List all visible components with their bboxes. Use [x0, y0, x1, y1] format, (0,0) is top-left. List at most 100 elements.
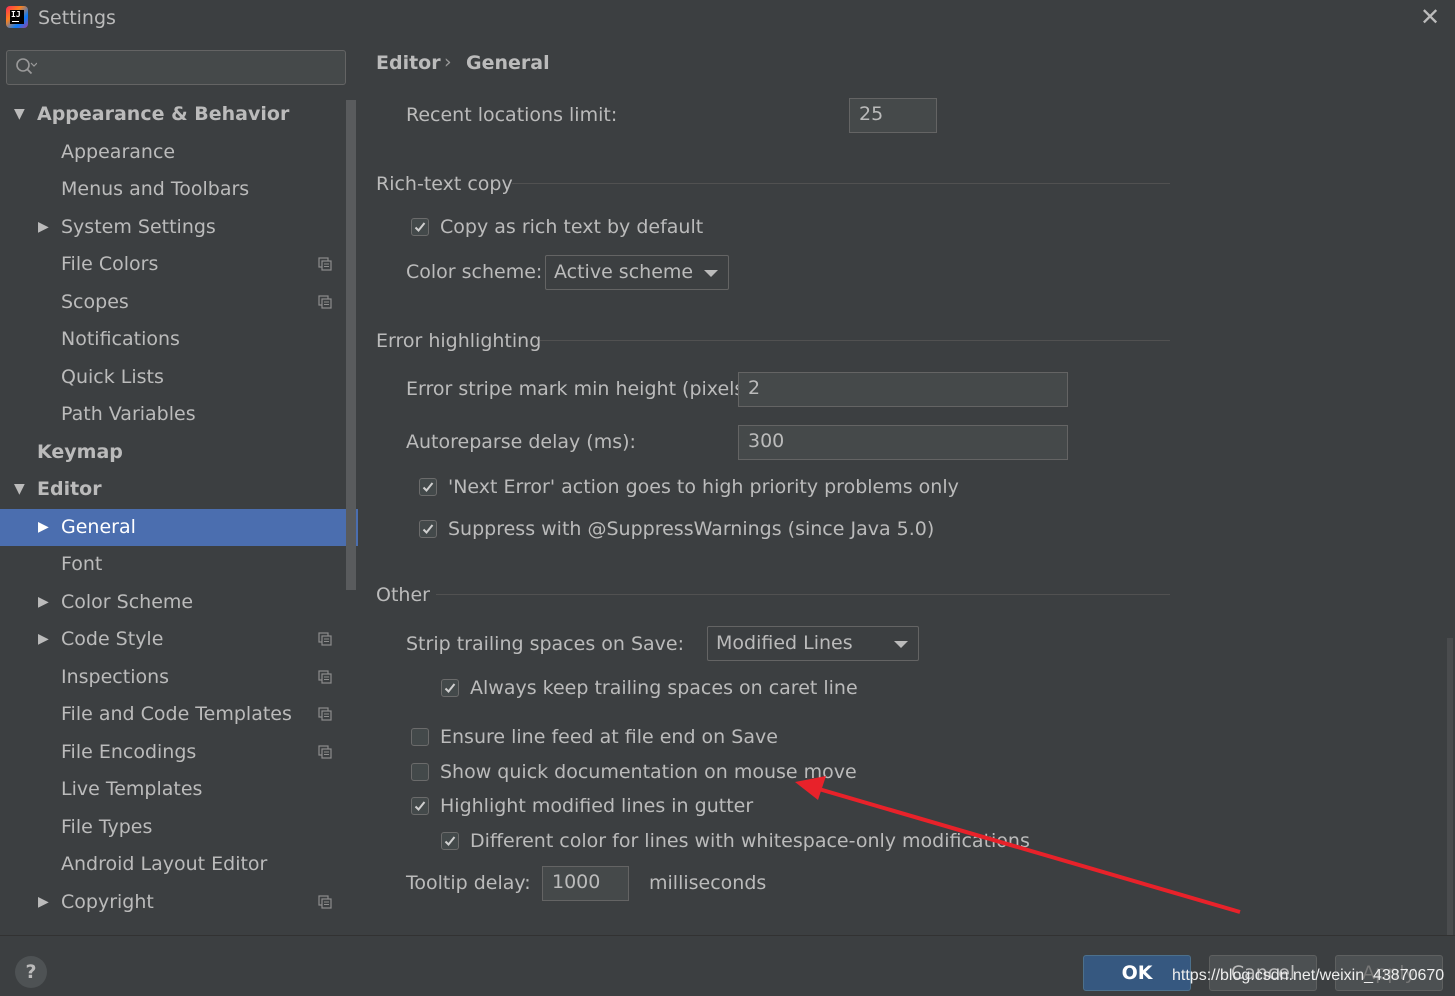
sidebar-item-menus-and-toolbars[interactable]: Menus and Toolbars: [0, 171, 346, 208]
triangle-right-icon[interactable]: ▶: [38, 621, 54, 658]
copy-rich-text-checkbox[interactable]: [411, 218, 429, 236]
triangle-right-icon[interactable]: ▶: [38, 884, 54, 921]
sidebar-item-label: Color Scheme: [61, 591, 194, 613]
triangle-right-icon[interactable]: ▶: [38, 509, 54, 546]
triangle-right-icon[interactable]: ▶: [38, 209, 54, 246]
triangle-down-icon[interactable]: ▼: [14, 96, 30, 133]
sidebar-item-label: Inspections: [61, 666, 170, 688]
sidebar-item-label: Editor: [37, 478, 102, 500]
project-level-icon: [318, 295, 332, 309]
other-separator: [436, 594, 1170, 595]
sidebar-item-notifications[interactable]: Notifications: [0, 321, 346, 358]
chevron-down-icon: [894, 641, 908, 648]
sidebar-item-label: Copyright: [61, 891, 154, 913]
sidebar-item-file-types[interactable]: File Types: [0, 809, 346, 846]
sidebar-item-code-style[interactable]: ▶ Code Style: [0, 621, 346, 658]
breadcrumb-general: General: [466, 52, 550, 74]
sidebar-item-label: System Settings: [61, 216, 216, 238]
sidebar-item-label: Android Layout Editor: [61, 853, 268, 875]
project-level-icon: [318, 632, 332, 646]
sidebar-item-keymap[interactable]: Keymap: [0, 434, 346, 471]
tooltip-delay-unit: milliseconds: [649, 872, 767, 894]
sidebar-item-editor[interactable]: ▼ Editor: [0, 471, 346, 508]
sidebar-item-label: Live Templates: [61, 778, 203, 800]
error-stripe-label: Error stripe mark min height (pixels):: [406, 378, 759, 400]
title-bar: IJ Settings ✕: [0, 0, 1455, 38]
sidebar-item-system-settings[interactable]: ▶ System Settings: [0, 209, 346, 246]
sidebar-item-label: Code Style: [61, 628, 164, 650]
color-scheme-label: Color scheme:: [406, 261, 543, 283]
sidebar-item-path-variables[interactable]: Path Variables: [0, 396, 346, 433]
highlight-modified-checkbox[interactable]: [411, 797, 429, 815]
search-input[interactable]: [6, 50, 346, 85]
tooltip-delay-label: Tooltip delay:: [406, 872, 531, 894]
sidebar-item-android-layout-editor[interactable]: Android Layout Editor: [0, 846, 346, 883]
error-highlighting-separator: [540, 340, 1170, 341]
sidebar-item-font[interactable]: Font: [0, 546, 346, 583]
strip-trailing-dropdown[interactable]: Modified Lines: [707, 626, 919, 661]
sidebar-item-label: Font: [61, 553, 103, 575]
sidebar-item-appearance[interactable]: Appearance: [0, 134, 346, 171]
rich-text-section-title: Rich-text copy: [376, 173, 513, 195]
sidebar-item-quick-lists[interactable]: Quick Lists: [0, 359, 346, 396]
close-icon[interactable]: ✕: [1418, 4, 1442, 30]
strip-trailing-label: Strip trailing spaces on Save:: [406, 633, 685, 655]
quick-doc-checkbox[interactable]: [411, 763, 429, 781]
sidebar-item-inspections[interactable]: Inspections: [0, 659, 346, 696]
autoreparse-field[interactable]: 300: [738, 425, 1068, 460]
different-color-checkbox[interactable]: [441, 832, 459, 850]
project-level-icon: [318, 707, 332, 721]
recent-locations-field[interactable]: 25: [849, 98, 937, 133]
autoreparse-label: Autoreparse delay (ms):: [406, 431, 636, 453]
sidebar-item-label: Scopes: [61, 291, 129, 313]
next-error-checkbox[interactable]: [419, 478, 437, 496]
sidebar-item-file-and-code-templates[interactable]: File and Code Templates: [0, 696, 346, 733]
error-highlighting-section-title: Error highlighting: [376, 330, 542, 352]
sidebar-item-appearance-behavior[interactable]: ▼ Appearance & Behavior: [0, 96, 346, 133]
sidebar-item-label: Path Variables: [61, 403, 196, 425]
color-scheme-dropdown[interactable]: Active scheme: [545, 255, 729, 290]
next-error-label: 'Next Error' action goes to high priorit…: [448, 476, 959, 498]
sidebar-item-label: File Encodings: [61, 741, 197, 763]
checkmark-icon: [422, 482, 434, 492]
sidebar-item-label: File and Code Templates: [61, 703, 292, 725]
rich-text-separator: [512, 183, 1170, 184]
keep-caret-spaces-checkbox[interactable]: [441, 679, 459, 697]
sidebar-item-file-encodings[interactable]: File Encodings: [0, 734, 346, 771]
triangle-down-icon[interactable]: ▼: [14, 471, 30, 508]
error-stripe-field[interactable]: 2: [738, 372, 1068, 407]
content-scrollbar[interactable]: [1447, 638, 1453, 935]
sidebar-scrollbar[interactable]: [346, 100, 356, 590]
breadcrumb-editor[interactable]: Editor: [376, 52, 441, 74]
settings-content: Editor › General Recent locations limit:…: [358, 38, 1455, 935]
different-color-label: Different color for lines with whitespac…: [470, 830, 1030, 852]
settings-sidebar: ▼ Appearance & Behavior Appearance Menus an…: [0, 38, 358, 935]
triangle-right-icon[interactable]: ▶: [38, 584, 54, 621]
tooltip-delay-field[interactable]: 1000: [542, 866, 629, 901]
quick-doc-label: Show quick documentation on mouse move: [440, 761, 857, 783]
search-icon: [16, 58, 37, 75]
dialog-button-bar: ? OK Cancel Apply https://blog.csdn.net/…: [0, 935, 1455, 996]
highlight-modified-label: Highlight modified lines in gutter: [440, 795, 754, 817]
suppress-warnings-checkbox[interactable]: [419, 520, 437, 538]
sidebar-item-label: Quick Lists: [61, 366, 164, 388]
sidebar-item-copyright[interactable]: ▶ Copyright: [0, 884, 346, 921]
checkmark-icon: [414, 222, 426, 232]
checkmark-icon: [444, 683, 456, 693]
sidebar-item-scopes[interactable]: Scopes: [0, 284, 346, 321]
help-button[interactable]: ?: [15, 956, 47, 988]
sidebar-item-label: Appearance: [61, 141, 176, 163]
suppress-warnings-label: Suppress with @SuppressWarnings (since J…: [448, 518, 935, 540]
keep-caret-spaces-label: Always keep trailing spaces on caret lin…: [470, 677, 858, 699]
color-scheme-value: Active scheme: [554, 261, 694, 283]
copy-rich-text-label: Copy as rich text by default: [440, 216, 704, 238]
sidebar-item-label: Appearance & Behavior: [37, 103, 290, 125]
line-feed-checkbox[interactable]: [411, 728, 429, 746]
sidebar-item-label: File Types: [61, 816, 153, 838]
sidebar-item-color-scheme[interactable]: ▶ Color Scheme: [0, 584, 346, 621]
strip-trailing-value: Modified Lines: [716, 632, 853, 654]
sidebar-item-file-colors[interactable]: File Colors: [0, 246, 346, 283]
watermark-url: https://blog.csdn.net/weixin_43870670: [1172, 967, 1445, 984]
sidebar-item-live-templates[interactable]: Live Templates: [0, 771, 346, 808]
sidebar-item-general[interactable]: ▶ General: [0, 509, 358, 546]
